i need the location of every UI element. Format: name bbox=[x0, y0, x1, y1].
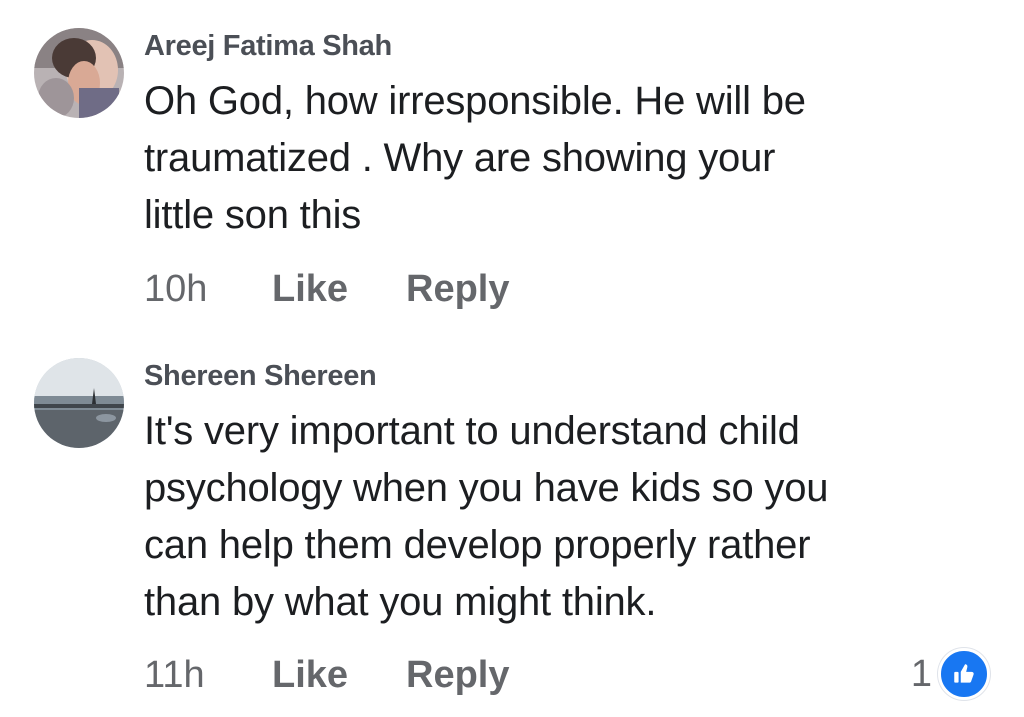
comment-body-line: It's very important to understand child bbox=[144, 409, 800, 453]
reaction-count: 1 bbox=[910, 652, 932, 695]
comment-author[interactable]: Areej Fatima Shah bbox=[144, 30, 392, 63]
reply-button[interactable]: Reply bbox=[406, 654, 509, 697]
comment-author[interactable]: Shereen Shereen bbox=[144, 360, 377, 393]
comment-body: It's very important to understand child … bbox=[144, 403, 964, 631]
comment-body-line: can help them develop properly rather bbox=[144, 523, 811, 567]
like-button[interactable]: Like bbox=[272, 268, 348, 311]
comment-timestamp[interactable]: 10h bbox=[144, 268, 207, 311]
avatar[interactable] bbox=[34, 28, 124, 118]
comment-timestamp[interactable]: 11h bbox=[144, 654, 205, 697]
comment-body-line: psychology when you have kids so you bbox=[144, 466, 829, 510]
profile-photo-icon bbox=[34, 28, 124, 118]
profile-photo-icon bbox=[34, 358, 124, 448]
reply-button[interactable]: Reply bbox=[406, 268, 509, 311]
reaction-summary[interactable]: 1 bbox=[910, 648, 990, 700]
comment-body-line: Oh God, how irresponsible. He will be bbox=[144, 79, 806, 123]
thumbs-up-icon bbox=[938, 648, 990, 700]
comment-body-line: than by what you might think. bbox=[144, 580, 657, 624]
comment-body-line: little son this bbox=[144, 193, 362, 237]
like-button[interactable]: Like bbox=[272, 654, 348, 697]
comment-body-line: traumatized . Why are showing your bbox=[144, 136, 776, 180]
comment-body: Oh God, how irresponsible. He will be tr… bbox=[144, 73, 964, 244]
avatar[interactable] bbox=[34, 358, 124, 448]
